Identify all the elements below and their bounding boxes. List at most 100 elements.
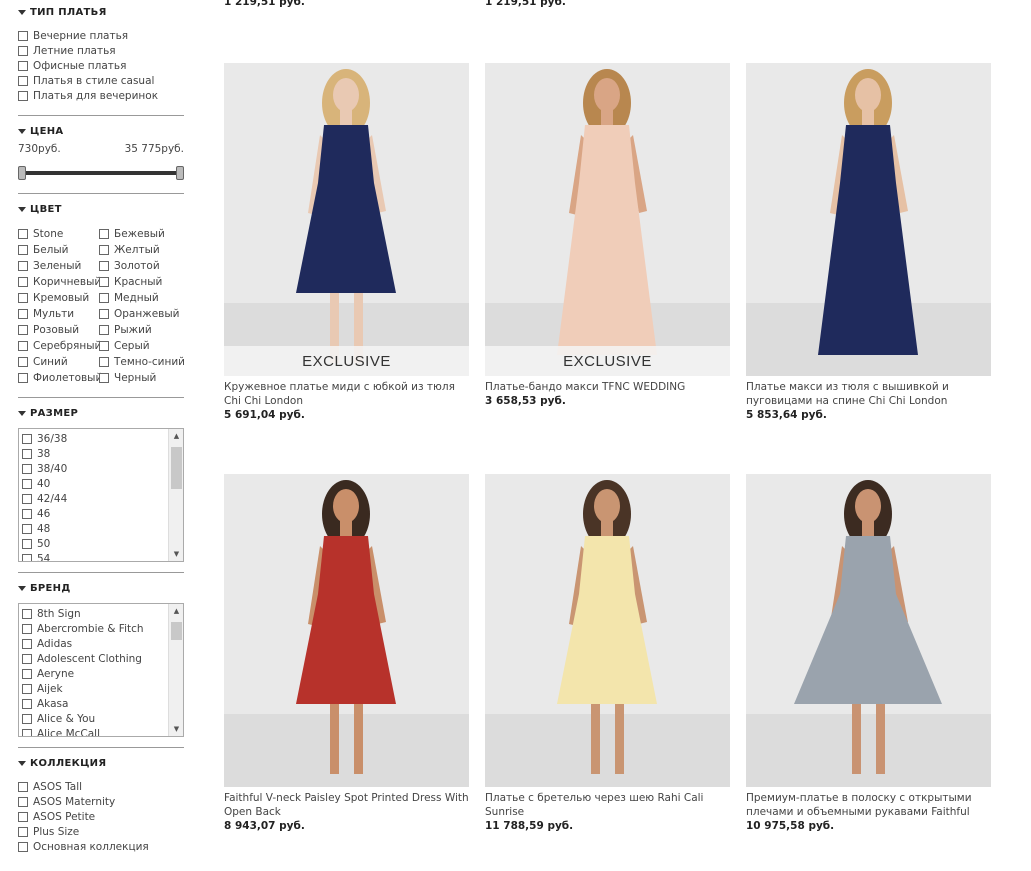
checkbox[interactable] [18,372,28,383]
checkbox[interactable] [22,493,32,504]
checkbox[interactable] [22,728,32,736]
checkbox[interactable] [18,244,28,255]
scroll-up-arrow-icon[interactable]: ▲ [169,429,183,443]
color-option[interactable]: Темно-синий [99,354,185,369]
checkbox[interactable] [22,538,32,549]
checkbox[interactable] [18,90,28,101]
checkbox[interactable] [22,713,32,724]
collection-option[interactable]: Plus Size [18,824,79,839]
scroll-down-arrow-icon[interactable]: ▼ [169,547,183,561]
brand-option[interactable]: Akasa [22,696,68,711]
product-title[interactable]: Кружевное платье миди с юбкой из тюля Ch… [224,380,469,408]
collection-option[interactable]: Основная коллекция [18,839,149,854]
brand-scroll-list[interactable]: 8th Sign Abercrombie & Fitch Adidas Adolesc… [18,603,184,737]
size-option[interactable]: 40 [22,476,50,491]
brand-option[interactable]: Adolescent Clothing [22,651,142,666]
product-image[interactable] [485,474,730,787]
product-image[interactable]: EXCLUSIVE [224,63,469,376]
product-title[interactable]: Платье с бретелью через шею Rahi Cali Su… [485,791,730,819]
product-card[interactable]: Платье с бретелью через шею Rahi Cali Su… [485,474,730,833]
checkbox[interactable] [22,448,32,459]
checkbox[interactable] [22,478,32,489]
checkbox[interactable] [99,356,109,367]
color-option[interactable]: Оранжевый [99,306,179,321]
color-option[interactable]: Золотой [99,258,160,273]
checkbox[interactable] [18,340,28,351]
product-title[interactable]: Платье-бандо макси TFNC WEDDING [485,380,730,394]
checkbox[interactable] [18,45,28,56]
filter-header-price[interactable]: ЦЕНА [18,126,63,137]
checkbox[interactable] [99,340,109,351]
scroll-down-arrow-icon[interactable]: ▼ [169,722,183,736]
checkbox[interactable] [18,781,28,792]
product-card[interactable]: EXCLUSIVE Платье-бандо макси TFNC WEDDING… [485,63,730,408]
checkbox[interactable] [22,553,32,561]
scrollbar-thumb[interactable] [171,447,182,489]
checkbox[interactable] [99,292,109,303]
color-option[interactable]: Серый [99,338,150,353]
checkbox[interactable] [18,276,28,287]
brand-option[interactable]: Alice & You [22,711,95,726]
checkbox[interactable] [22,698,32,709]
size-option[interactable]: 42/44 [22,491,67,506]
checkbox[interactable] [99,276,109,287]
collection-option[interactable]: ASOS Tall [18,779,82,794]
checkbox[interactable] [18,324,28,335]
filter-header-size[interactable]: РАЗМЕР [18,408,78,419]
size-scrollbar[interactable]: ▲ ▼ [168,429,183,561]
checkbox[interactable] [99,324,109,335]
color-option[interactable]: Фиолетовый [18,370,102,385]
color-option[interactable]: Кремовый [18,290,89,305]
checkbox[interactable] [22,638,32,649]
size-option[interactable]: 36/38 [22,431,67,446]
color-option[interactable]: Рыжий [99,322,152,337]
checkbox[interactable] [22,683,32,694]
product-card[interactable]: Премиум-платье в полоску с открытыми пле… [746,474,991,833]
product-card[interactable]: Платье макси из тюля с вышивкой и пугови… [746,63,991,422]
color-option[interactable]: Stone [18,226,63,241]
color-option[interactable]: Красный [99,274,162,289]
checkbox[interactable] [22,623,32,634]
brand-option[interactable]: Adidas [22,636,72,651]
product-image[interactable]: EXCLUSIVE [485,63,730,376]
size-scroll-list[interactable]: 36/38 38 38/40 40 42/44 46 48 50 54 ▲ ▼ [18,428,184,562]
brand-scrollbar[interactable]: ▲ ▼ [168,604,183,736]
color-option[interactable]: Розовый [18,322,79,337]
checkbox[interactable] [99,372,109,383]
color-option[interactable]: Серебряный [18,338,101,353]
checkbox[interactable] [22,668,32,679]
price-slider-max-handle[interactable] [176,166,184,180]
filter-header-color[interactable]: ЦВЕТ [18,204,62,215]
product-image[interactable] [746,474,991,787]
price-slider-track[interactable] [18,166,184,180]
checkbox[interactable] [18,30,28,41]
dress-type-option[interactable]: Вечерние платья [18,28,128,43]
checkbox[interactable] [18,811,28,822]
filter-header-brand[interactable]: БРЕНД [18,583,71,594]
color-option[interactable]: Мульти [18,306,74,321]
checkbox[interactable] [22,508,32,519]
color-option[interactable]: Синий [18,354,68,369]
color-option[interactable]: Медный [99,290,159,305]
checkbox[interactable] [22,463,32,474]
brand-option[interactable]: Abercrombie & Fitch [22,621,144,636]
collection-option[interactable]: ASOS Petite [18,809,95,824]
dress-type-option[interactable]: Платья для вечеринок [18,88,158,103]
checkbox[interactable] [99,228,109,239]
scrollbar-thumb[interactable] [171,622,182,640]
checkbox[interactable] [18,228,28,239]
checkbox[interactable] [18,841,28,852]
filter-header-collection[interactable]: КОЛЛЕКЦИЯ [18,758,106,769]
size-option[interactable]: 48 [22,521,50,536]
checkbox[interactable] [22,523,32,534]
size-option[interactable]: 38/40 [22,461,67,476]
product-image[interactable] [224,474,469,787]
checkbox[interactable] [22,653,32,664]
size-option[interactable]: 54 [22,551,50,561]
scroll-up-arrow-icon[interactable]: ▲ [169,604,183,618]
price-slider-min-handle[interactable] [18,166,26,180]
checkbox[interactable] [99,260,109,271]
product-title[interactable]: Платье макси из тюля с вышивкой и пугови… [746,380,991,408]
product-title[interactable]: Faithful V-neck Paisley Spot Printed Dre… [224,791,469,819]
dress-type-option[interactable]: Платья в стиле casual [18,73,154,88]
